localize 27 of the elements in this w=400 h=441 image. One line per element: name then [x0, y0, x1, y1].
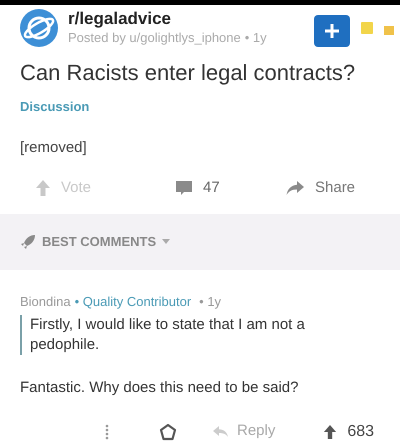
add-button[interactable]	[314, 15, 350, 47]
post-age: • 1y	[244, 29, 267, 47]
caret-icon	[162, 238, 170, 244]
comment-age: • 1y	[199, 292, 222, 311]
plus-icon	[325, 24, 339, 38]
post-title: Can Racists enter legal contracts?	[19, 59, 356, 87]
reply-button[interactable]: Reply	[213, 420, 276, 441]
upvote-button[interactable]: 683	[323, 420, 374, 441]
rocket-icon	[20, 234, 36, 250]
comment-author[interactable]: Biondina	[20, 292, 71, 311]
comments-button[interactable]: 47	[175, 177, 285, 200]
post-body: [removed]	[19, 138, 88, 158]
quoted-text: Firstly, I would like to state that I am not a pedophile.	[30, 315, 306, 355]
comment-text: Fantastic. Why does this need to be said?	[19, 378, 300, 398]
share-button[interactable]: Share	[285, 177, 356, 200]
up-arrow-icon	[323, 424, 338, 440]
more-options-icon[interactable]	[105, 424, 109, 440]
speech-bubble-icon	[175, 179, 193, 198]
post-author[interactable]: Posted by u/golightlys_iphone	[68, 29, 241, 47]
sort-dropdown[interactable]: BEST COMMENTS	[42, 232, 170, 252]
planet-avatar-icon	[20, 9, 58, 47]
flair-tag[interactable]: Discussion	[20, 97, 90, 116]
reply-arrow-icon	[213, 426, 229, 438]
share-arrow-icon	[285, 179, 305, 198]
up-arrow-icon	[35, 179, 51, 198]
author-flair: • Quality Contributor	[74, 292, 192, 311]
subreddit-name[interactable]: r/legaladvice	[68, 9, 304, 29]
